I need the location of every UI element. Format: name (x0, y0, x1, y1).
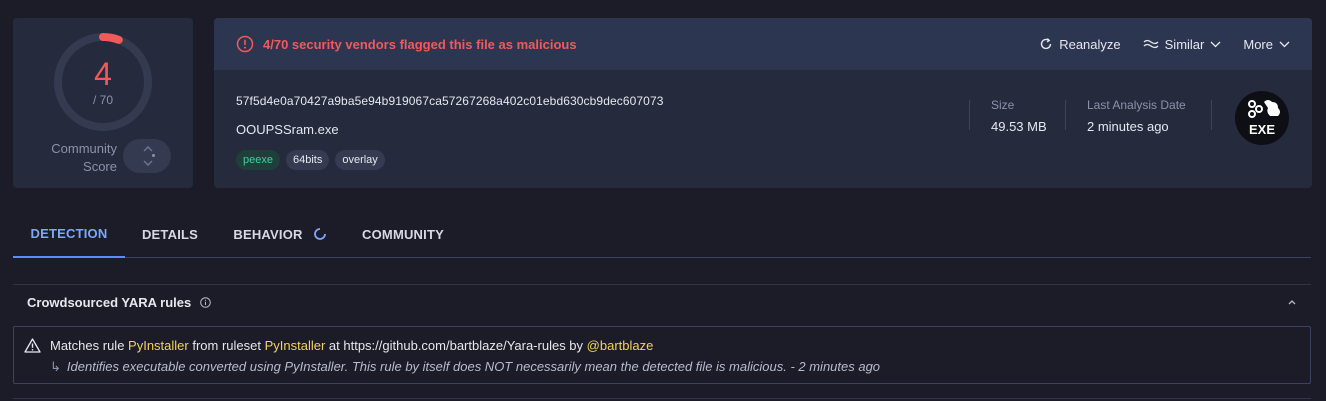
size-value: 49.53 MB (991, 119, 1047, 134)
yara-rule-match: Matches rule PyInstaller from ruleset Py… (13, 326, 1311, 384)
tab-community[interactable]: COMMUNITY (353, 210, 453, 258)
similar-icon (1143, 39, 1159, 49)
yara-section-header[interactable]: Crowdsourced YARA rules (13, 284, 1311, 320)
similar-button[interactable]: Similar (1143, 37, 1222, 52)
file-size: Size 49.53 MB (991, 98, 1047, 134)
elbow-arrow-icon: ↳ (50, 359, 61, 374)
rule-description: ↳ Identifies executable converted using P… (50, 359, 881, 374)
file-tags: peexe 64bits overlay (236, 150, 385, 170)
rule-name-link[interactable]: PyInstaller (128, 338, 189, 353)
section-title: Crowdsourced YARA rules (27, 295, 192, 310)
detection-score-card: 4 / 70 Community Score (13, 18, 193, 188)
divider (969, 100, 970, 130)
divider (1211, 100, 1212, 130)
reanalyze-button[interactable]: Reanalyze (1039, 36, 1121, 52)
detection-count: 4 (94, 56, 112, 92)
author-link[interactable]: @bartblaze (587, 338, 654, 353)
divider (13, 398, 1311, 399)
community-vote-control[interactable] (123, 139, 171, 173)
more-button[interactable]: More (1243, 37, 1290, 52)
loading-spinner-icon (313, 228, 326, 240)
ruleset-link[interactable]: PyInstaller (265, 338, 326, 353)
file-hash[interactable]: 57f5d4e0a70427a9ba5e94b919067ca57267268a… (236, 94, 664, 108)
vote-down-icon[interactable] (143, 160, 153, 166)
info-icon[interactable] (200, 297, 212, 308)
alert-text: 4/70 security vendors flagged this file … (263, 36, 577, 52)
last-analysis-value: 2 minutes ago (1087, 119, 1169, 134)
alert-circle-icon (236, 35, 254, 53)
last-analysis-date: Last Analysis Date 2 minutes ago (1087, 98, 1186, 134)
tab-behavior[interactable]: BEHAVIOR (225, 210, 335, 258)
reanalyze-label: Reanalyze (1059, 36, 1121, 52)
chevron-down-icon (1210, 41, 1221, 47)
malicious-alert-bar: 4/70 security vendors flagged this file … (214, 18, 1312, 70)
file-name[interactable]: OOUPSSram.exe (236, 122, 339, 137)
detection-total: / 70 (92, 93, 113, 107)
chevron-down-icon (1279, 41, 1290, 47)
exe-file-type-icon: EXE (1235, 91, 1289, 145)
size-label: Size (991, 98, 1015, 112)
file-actions: Reanalyze Similar More (1039, 18, 1290, 70)
refresh-icon (1041, 38, 1052, 50)
similar-label: Similar (1164, 36, 1205, 52)
tab-detection[interactable]: DETECTION (13, 210, 125, 258)
community-score-label: Community Score (51, 141, 117, 174)
file-info-card: 4/70 security vendors flagged this file … (214, 18, 1312, 188)
vote-up-icon[interactable] (143, 146, 153, 152)
more-label: More (1243, 36, 1273, 52)
chevron-up-icon[interactable] (1287, 298, 1297, 306)
tab-details[interactable]: DETAILS (125, 210, 215, 258)
rule-match-line: Matches rule PyInstaller from ruleset Py… (50, 338, 654, 353)
tag-peexe[interactable]: peexe (236, 150, 280, 170)
svg-text:EXE: EXE (1249, 122, 1275, 137)
tag-overlay[interactable]: overlay (335, 150, 385, 170)
tag-64bits[interactable]: 64bits (285, 150, 330, 170)
divider (1065, 100, 1066, 130)
last-analysis-label: Last Analysis Date (1087, 98, 1186, 112)
warning-triangle-icon (24, 338, 41, 353)
report-tabs: DETECTION DETAILS BEHAVIOR COMMUNITY (13, 210, 1311, 258)
